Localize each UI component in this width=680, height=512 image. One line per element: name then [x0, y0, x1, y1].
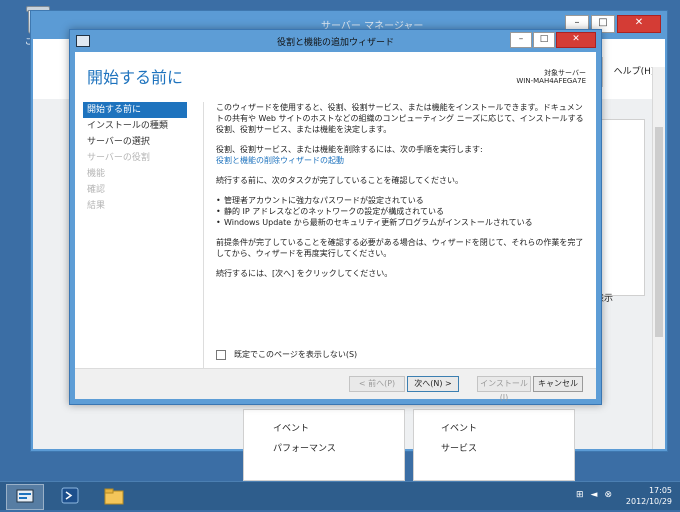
task-list: 管理者アカウントに強力なパスワードが設定されている 静的 IP アドレスなどのネ… [216, 195, 586, 228]
scrollbar-thumb[interactable] [655, 127, 663, 337]
nav-item-server-roles: サーバーの役割 [87, 153, 150, 163]
intro-text: このウィザードを使用すると、役割、役割サービス、または機能をインストールできます… [216, 103, 584, 134]
powershell-icon [61, 487, 79, 504]
remove-instructions: 役割、役割サービス、または機能を削除するには、次の手順を実行します: 役割と機能… [216, 144, 586, 166]
next-button[interactable]: 次へ(N) > [407, 376, 459, 392]
add-roles-wizard: 役割と機能の追加ウィザード – □ ✕ 開始する前に 対象サーバー WIN-MA… [69, 29, 602, 405]
vertical-scrollbar[interactable] [652, 67, 665, 449]
action-center-icon[interactable]: ⊗ [604, 490, 612, 500]
wizard-client: 開始する前に 対象サーバー WIN-MAH4AFEGA7E 開始する前に インス… [75, 52, 596, 402]
clock[interactable]: 17:05 2012/10/29 [626, 485, 672, 507]
page-title: 開始する前に [87, 68, 184, 87]
clock-time: 17:05 [648, 486, 672, 495]
nav-item-features: 機能 [87, 169, 106, 179]
wizard-header: 開始する前に 対象サーバー WIN-MAH4AFEGA7E [75, 52, 596, 92]
continue-text: 続行するには、[次へ] をクリックしてください。 [216, 269, 393, 278]
list-item: 静的 IP アドレスなどのネットワークの設定が構成されている [216, 206, 586, 217]
server-manager-icon [16, 489, 34, 503]
cancel-button[interactable]: キャンセル [533, 376, 583, 392]
wizard-footer: < 前へ(P) 次へ(N) > インストール(I) キャンセル [75, 368, 596, 402]
server-manager-taskbar-button[interactable] [6, 484, 44, 510]
skip-page-label[interactable]: 既定でこのページを表示しない(S) [234, 349, 357, 360]
tile-right-event[interactable]: イベント [441, 421, 477, 434]
system-tray: ⊞ ◄ ⊗ [576, 490, 612, 500]
file-explorer-taskbar-button[interactable] [96, 484, 132, 508]
close-icon[interactable]: ✕ [617, 15, 661, 33]
nav-item-results: 結果 [87, 201, 106, 211]
tile-left-event[interactable]: イベント [273, 421, 309, 434]
prereq-text: 前提条件が完了していることを確認する必要がある場合は、ウィザードを閉じて、それら… [216, 238, 584, 258]
list-item: Windows Update から最新のセキュリティ更新プログラムがインストール… [216, 217, 586, 228]
network-icon[interactable]: ⊞ [576, 490, 584, 500]
tile-right-service[interactable]: サービス [441, 441, 477, 454]
taskbar: ⊞ ◄ ⊗ 17:05 2012/10/29 [0, 481, 680, 510]
powershell-taskbar-button[interactable] [52, 484, 88, 508]
wizard-maximize-icon[interactable]: □ [533, 32, 555, 48]
confirm-text: 続行する前に、次のタスクが完了していることを確認してください。 [216, 176, 464, 185]
remove-wizard-link[interactable]: 役割と機能の削除ウィザードの起動 [216, 155, 586, 166]
remove-text: 役割、役割サービス、または機能を削除するには、次の手順を実行します: [216, 145, 483, 154]
nav-divider [203, 102, 204, 372]
list-item: 管理者アカウントに強力なパスワードが設定されている [216, 195, 586, 206]
skip-page-checkbox[interactable] [216, 349, 226, 360]
tile-left-performance[interactable]: パフォーマンス [273, 441, 336, 454]
wizard-close-icon[interactable]: ✕ [556, 32, 596, 48]
wizard-minimize-icon[interactable]: – [510, 32, 532, 48]
destination-server-name: WIN-MAH4AFEGA7E [516, 77, 586, 85]
nav-item-before-you-begin[interactable]: 開始する前に [83, 102, 187, 118]
nav-item-confirmation: 確認 [87, 185, 106, 195]
previous-button[interactable]: < 前へ(P) [349, 376, 405, 392]
install-button[interactable]: インストール(I) [477, 376, 531, 402]
nav-item-installation-type[interactable]: インストールの種類 [75, 118, 195, 134]
wizard-nav: 開始する前に インストールの種類 サーバーの選択 サーバーの役割 機能 確認 結… [75, 102, 195, 214]
folder-icon [104, 488, 124, 505]
skip-page-option[interactable]: 既定でこのページを表示しない(S) [216, 349, 357, 360]
tile-right [413, 409, 575, 481]
nav-item-server-selection[interactable]: サーバーの選択 [75, 134, 195, 150]
clock-date: 2012/10/29 [625, 497, 672, 506]
volume-icon[interactable]: ◄ [591, 490, 598, 500]
wizard-titlebar: 役割と機能の追加ウィザード – □ ✕ [70, 30, 601, 52]
wizard-body: このウィザードを使用すると、役割、役割サービス、または機能をインストールできます… [216, 102, 586, 288]
